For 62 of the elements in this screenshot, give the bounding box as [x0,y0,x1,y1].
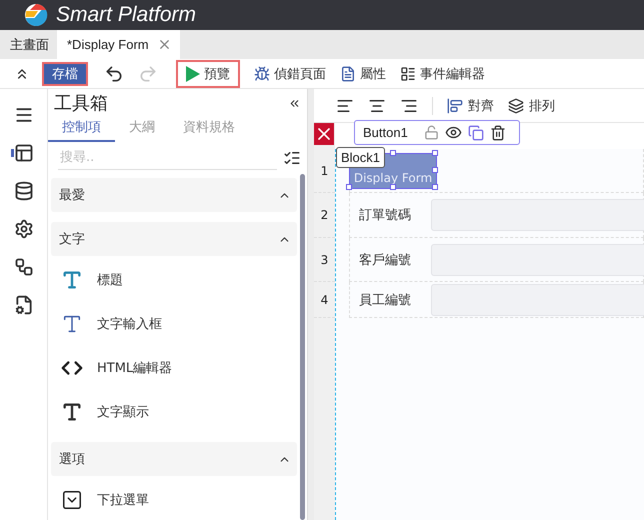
bug-icon [254,66,270,82]
field-label: 訂單號碼 [359,207,412,224]
save-button[interactable]: 存檔 [44,64,86,84]
input-field[interactable] [431,199,644,231]
group-header[interactable]: 最愛 [51,178,297,212]
logo-icon [24,3,48,27]
eye-icon[interactable] [444,124,462,141]
group-header[interactable]: 文字 [51,222,297,256]
flow-icon[interactable] [14,257,34,277]
group-header[interactable]: 選項 [51,442,297,476]
text-icon [61,401,83,423]
toolbox-item[interactable]: 標題 [51,258,297,302]
field-label: 客戶編號 [359,252,412,268]
resize-handle[interactable] [432,166,438,172]
element-name: Button1 [363,125,408,140]
trash-icon[interactable] [490,124,506,140]
group-title: 文字 [59,231,85,248]
event-editor-button[interactable]: 事件編輯器 [396,62,489,86]
group-title: 最愛 [59,187,85,204]
properties-icon [340,66,356,82]
layout-icon[interactable] [14,143,34,163]
toolbox-item[interactable]: HTML編輯器 [51,346,297,390]
properties-button[interactable]: 屬性 [336,62,390,86]
input-field[interactable] [431,284,644,316]
document-tab[interactable]: *Display Form [57,30,180,59]
field-label: 員工編號 [359,292,412,308]
toolbox-item[interactable]: 文字顯示 [51,390,297,434]
resize-handle[interactable] [390,184,396,190]
list-view-button[interactable] [283,149,301,167]
close-icon[interactable] [314,123,334,145]
block-label: Block1 [336,147,386,168]
page-gear-icon[interactable] [14,295,34,315]
debug-button[interactable]: 偵錯頁面 [250,62,330,86]
toolbox-item[interactable]: 文字輸入框 [51,302,297,346]
toolbox-title: 工具箱 [54,92,108,115]
play-icon [186,66,200,82]
input-field[interactable] [431,244,644,276]
align-icon [447,98,463,114]
group-title: 選項 [59,451,85,468]
gear-icon[interactable] [14,219,34,239]
toolbox-tab[interactable]: 控制項 [48,115,115,142]
scrollbar[interactable] [300,174,305,520]
resize-handle[interactable] [432,184,438,190]
unlock-icon[interactable] [424,125,439,140]
resize-handle[interactable] [432,150,438,156]
document-tab[interactable]: 主畫面 [0,30,57,59]
dropdown-icon [61,489,83,511]
resize-handle[interactable] [390,150,396,156]
text-box-icon [61,313,83,335]
redo-icon [138,64,158,84]
arrange-button[interactable]: 排列 [508,96,555,114]
app-title: Smart Platform [56,3,196,27]
layers-icon [508,98,524,114]
toolbox-item[interactable]: 下拉選單 [51,478,297,520]
undo-icon [104,64,124,84]
resize-handle[interactable] [346,184,352,190]
event-editor-icon [400,66,416,82]
database-icon[interactable] [14,181,34,201]
preview-button[interactable]: 預覽 [178,62,238,86]
heading-icon [61,269,83,291]
align-button[interactable]: 對齊 [447,96,494,114]
copy-icon[interactable] [468,124,484,140]
